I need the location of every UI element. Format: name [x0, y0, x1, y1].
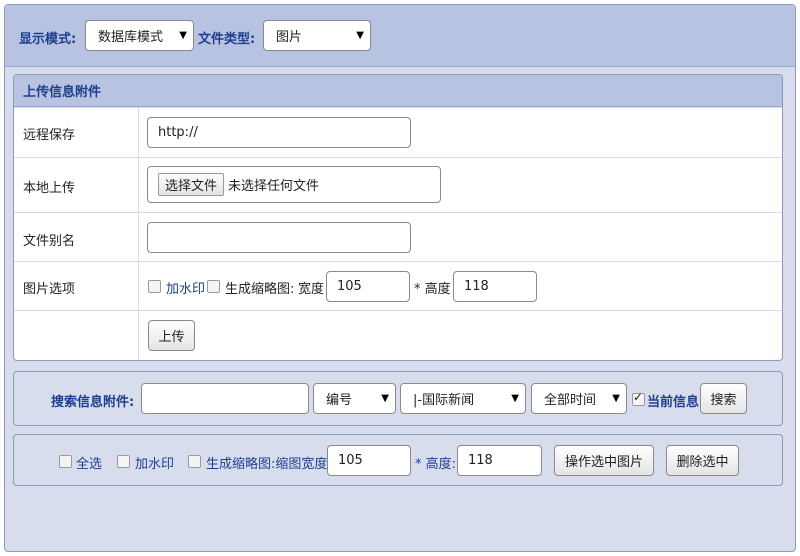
file-type-select[interactable]: 图片 ▼: [263, 20, 371, 51]
batch-thumbnail-checkbox[interactable]: [188, 455, 201, 468]
upload-button[interactable]: 上传: [148, 320, 195, 351]
batch-thumbnail-label: 生成缩略图:缩图宽度:: [206, 457, 332, 472]
width-label: 宽度: [298, 282, 325, 297]
search-field-select[interactable]: 编号 ▼: [313, 383, 396, 414]
upload-panel: 上传信息附件 远程保存 http:// 本地上传 选择文件 未选择任何文件 文件…: [13, 74, 783, 361]
remote-url-value: http://: [158, 125, 198, 140]
thumbnail-label: 生成缩略图:: [225, 282, 295, 297]
select-all-checkbox[interactable]: [59, 455, 72, 468]
current-info-checkbox[interactable]: [632, 390, 645, 406]
attachment-manager: 显示模式: 数据库模式 ▼ 文件类型: 图片 ▼ 上传信息附件 远程保存 htt…: [4, 4, 796, 552]
batch-height-label: * 高度:: [415, 457, 457, 472]
delete-selected-button[interactable]: 删除选中: [666, 445, 739, 476]
chevron-down-icon: ▼: [179, 30, 187, 41]
search-input[interactable]: [141, 383, 309, 414]
search-field-value: 编号: [326, 393, 353, 408]
watermark-checkbox[interactable]: [148, 280, 161, 293]
time-range-value: 全部时间: [544, 393, 597, 408]
file-type-value: 图片: [276, 30, 303, 45]
file-alias-label: 文件别名: [23, 234, 76, 249]
search-label: 搜索信息附件:: [51, 395, 135, 410]
batch-height-input[interactable]: 118: [457, 445, 542, 476]
batch-width-value: 105: [338, 453, 363, 468]
thumb-width-input[interactable]: 105: [326, 271, 410, 302]
remote-save-label: 远程保存: [23, 128, 76, 143]
thumb-height-value: 118: [464, 279, 489, 294]
file-type-label: 文件类型:: [198, 32, 256, 47]
select-all-label: 全选: [76, 457, 103, 472]
upload-panel-title: 上传信息附件: [23, 85, 102, 100]
local-upload-row: 本地上传 选择文件 未选择任何文件: [14, 157, 782, 212]
no-file-text: 未选择任何文件: [228, 179, 320, 194]
file-alias-row: 文件别名: [14, 212, 782, 261]
batch-watermark-checkbox[interactable]: [117, 455, 130, 468]
search-button[interactable]: 搜索: [700, 383, 747, 414]
remote-url-input[interactable]: http://: [147, 117, 411, 148]
category-select[interactable]: |-国际新闻 ▼: [400, 383, 526, 414]
thumb-width-value: 105: [337, 279, 362, 294]
display-mode-value: 数据库模式: [98, 30, 164, 45]
batch-panel: 全选 加水印 生成缩略图:缩图宽度: 105 * 高度: 118 操作选中图片 …: [13, 434, 783, 486]
file-picker[interactable]: 选择文件 未选择任何文件: [147, 166, 441, 203]
top-toolbar: 显示模式: 数据库模式 ▼ 文件类型: 图片 ▼: [5, 5, 795, 67]
display-mode-select[interactable]: 数据库模式 ▼: [85, 20, 194, 51]
display-mode-label: 显示模式:: [19, 32, 77, 47]
chevron-down-icon: ▼: [511, 393, 519, 404]
category-value: |-国际新闻: [413, 393, 475, 408]
image-options-label: 图片选项: [23, 282, 76, 297]
thumb-height-input[interactable]: 118: [453, 271, 537, 302]
time-range-select[interactable]: 全部时间 ▼: [531, 383, 627, 414]
batch-height-value: 118: [468, 453, 493, 468]
image-options-row: 图片选项 加水印 生成缩略图: 宽度 105 * 高度 118: [14, 261, 782, 310]
thumbnail-checkbox[interactable]: [207, 280, 220, 293]
remote-save-row: 远程保存 http://: [14, 107, 782, 157]
upload-action-row: 上传: [14, 310, 782, 360]
file-alias-input[interactable]: [147, 222, 411, 253]
choose-file-button[interactable]: 选择文件: [158, 173, 225, 196]
chevron-down-icon: ▼: [612, 393, 620, 404]
search-panel: 搜索信息附件: 编号 ▼ |-国际新闻 ▼ 全部时间 ▼ 当前信息 搜索: [13, 371, 783, 426]
current-info-label: 当前信息: [647, 395, 700, 410]
upload-panel-header: 上传信息附件: [14, 75, 782, 107]
chevron-down-icon: ▼: [356, 30, 364, 41]
batch-width-input[interactable]: 105: [327, 445, 411, 476]
chevron-down-icon: ▼: [381, 393, 389, 404]
height-label: * 高度: [414, 282, 451, 297]
batch-watermark-label: 加水印: [135, 457, 175, 472]
watermark-label: 加水印: [166, 282, 206, 297]
local-upload-label: 本地上传: [23, 181, 76, 196]
operate-selected-button[interactable]: 操作选中图片: [554, 445, 654, 476]
